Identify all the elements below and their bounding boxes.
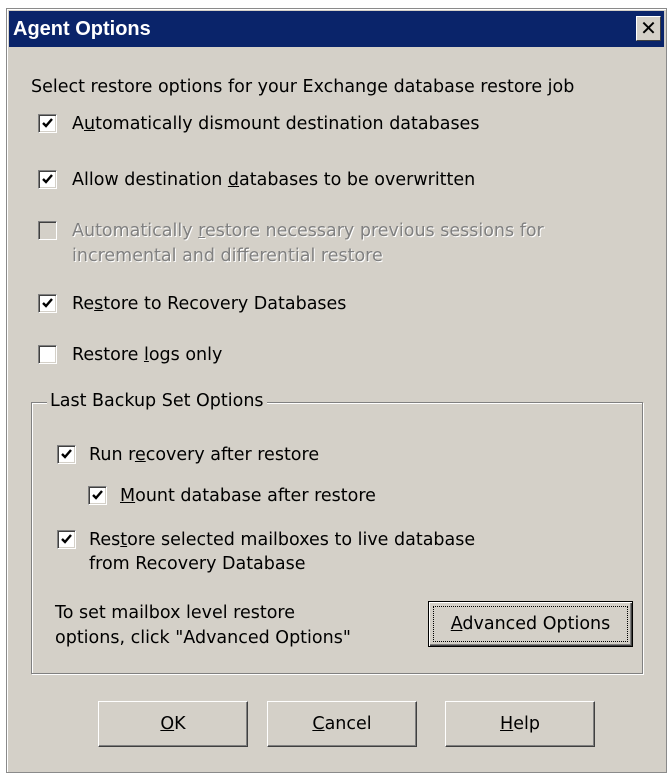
allow-overwrite-label[interactable]: Allow destination databases to be overwr… — [72, 169, 475, 191]
help-button[interactable]: Help — [445, 701, 595, 747]
restore-logs-only-checkbox[interactable] — [38, 345, 57, 364]
mount-database-label[interactable]: Mount database after restore — [120, 485, 376, 507]
restore-to-recovery-checkbox[interactable] — [38, 294, 57, 313]
restore-previous-sessions-checkbox — [38, 221, 57, 240]
check-mark-icon — [61, 449, 72, 459]
restore-mailboxes-label[interactable]: Restore selected mailboxes to live datab… — [89, 529, 475, 551]
dismount-destination-label[interactable]: Automatically dismount destination datab… — [72, 113, 479, 135]
check-mark-icon — [42, 174, 53, 184]
restore-to-recovery-label[interactable]: Restore to Recovery Databases — [72, 293, 346, 315]
restore-logs-only-label[interactable]: Restore logs only — [72, 344, 222, 366]
dismount-destination-checkbox[interactable] — [38, 114, 57, 133]
advanced-options-button[interactable]: Advanced Options — [428, 601, 633, 647]
advanced-hint-line2: options, click "Advanced Options" — [55, 628, 351, 648]
ok-button[interactable]: OK — [98, 701, 248, 747]
restore-mailboxes-label-line2: from Recovery Database — [89, 554, 306, 574]
group-legend: Last Backup Set Options — [47, 390, 267, 412]
check-mark-icon — [42, 118, 53, 128]
restore-previous-sessions-label-line2: incremental and differential restore — [72, 246, 383, 266]
mount-database-checkbox[interactable] — [88, 486, 107, 505]
allow-overwrite-checkbox[interactable] — [38, 170, 57, 189]
check-mark-icon — [61, 534, 72, 544]
run-recovery-label[interactable]: Run recovery after restore — [89, 444, 319, 466]
intro-text: Select restore options for your Exchange… — [31, 77, 575, 97]
close-button[interactable]: ✕ — [636, 16, 661, 41]
title-bar[interactable]: Agent Options ✕ — [9, 11, 664, 47]
check-mark-icon — [42, 298, 53, 308]
close-icon: ✕ — [640, 16, 657, 40]
restore-previous-sessions-label: Automatically restore necessary previous… — [72, 221, 544, 241]
run-recovery-checkbox[interactable] — [57, 445, 76, 464]
restore-mailboxes-checkbox[interactable] — [57, 530, 76, 549]
window-title: Agent Options — [13, 18, 151, 40]
advanced-hint-line1: To set mailbox level restore — [55, 603, 296, 623]
cancel-button[interactable]: Cancel — [267, 701, 417, 747]
focus-rectangle — [433, 606, 628, 642]
check-mark-icon — [92, 490, 103, 500]
